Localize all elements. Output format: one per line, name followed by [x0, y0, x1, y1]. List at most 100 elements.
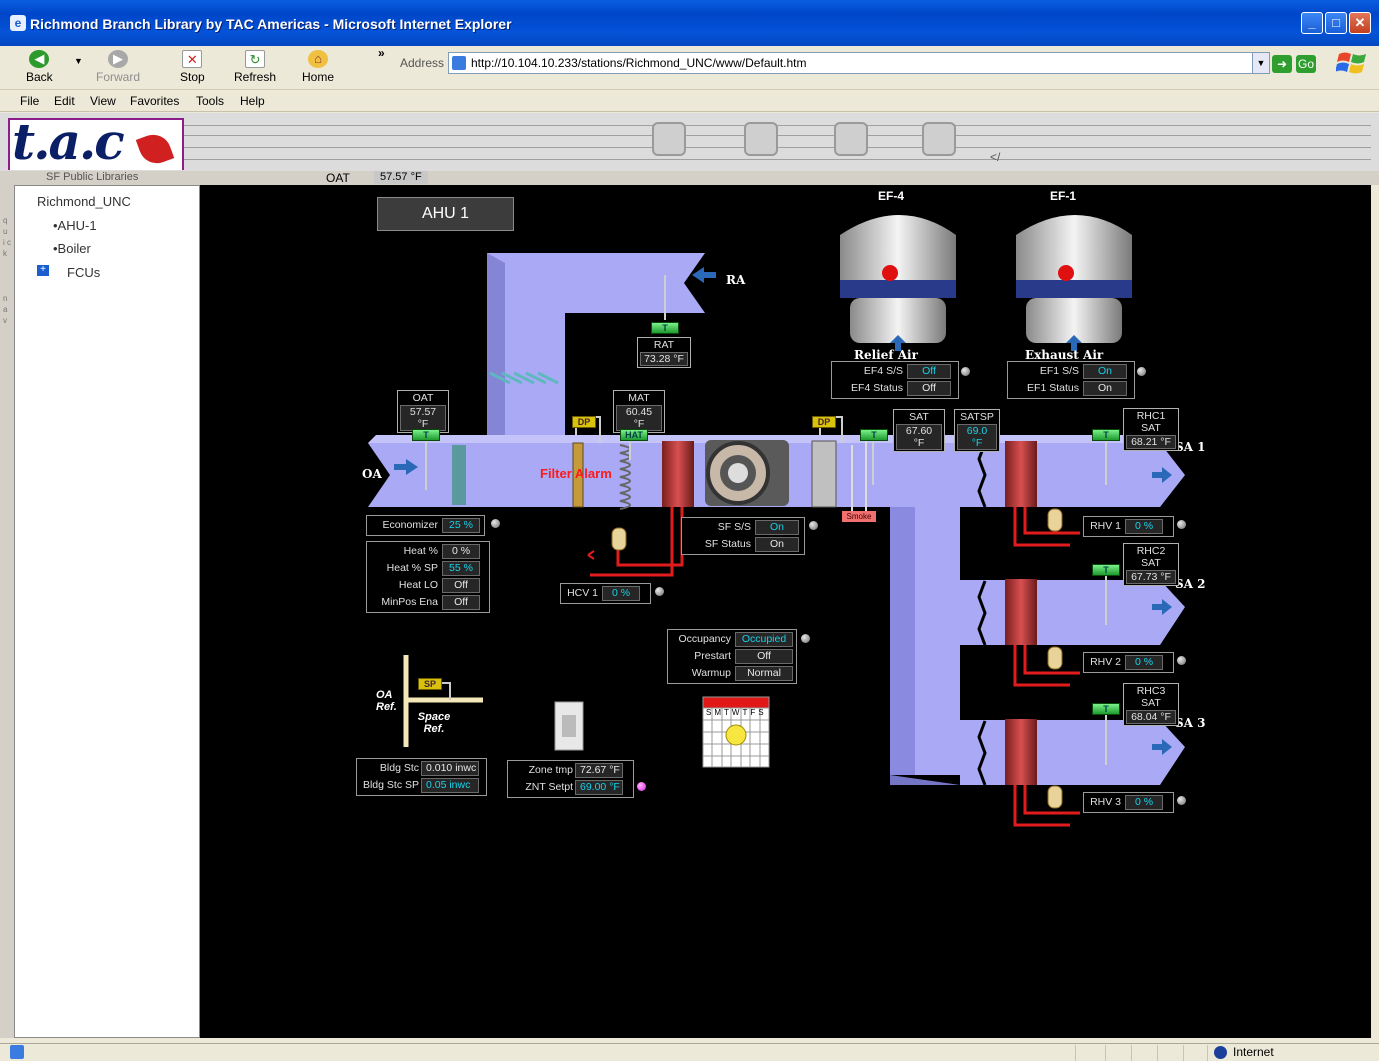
home-button[interactable]: ⌂ Home	[302, 50, 334, 84]
address-input[interactable]: http://10.104.10.233/stations/Richmond_U…	[448, 52, 1268, 74]
status-cell	[1131, 1045, 1157, 1061]
tree-item-ahu1[interactable]: •AHU-1	[53, 218, 97, 233]
zone-setpoint-dot[interactable]	[637, 782, 646, 791]
rhc3-value: 68.04 °F	[1126, 710, 1176, 724]
address-url: http://10.104.10.233/stations/Richmond_U…	[471, 56, 807, 70]
menu-file[interactable]: File	[20, 94, 39, 108]
sat-label: SAT	[909, 411, 929, 423]
warmup-label: Warmup	[691, 667, 731, 679]
heat-lo-value: Off	[442, 578, 480, 593]
forward-button[interactable]: ▶ Forward	[96, 50, 140, 84]
economizer-dot[interactable]	[491, 519, 500, 528]
menu-view[interactable]: View	[90, 94, 116, 108]
hcv1-dot[interactable]	[655, 587, 664, 596]
sat-value: 67.60 °F	[896, 424, 942, 450]
stop-label: Stop	[180, 70, 205, 84]
oat-sensor-badge: T	[412, 429, 440, 441]
ef1-panel: EF1 S/S On EF1 Status On	[1007, 361, 1135, 399]
quick-nav-strip[interactable]: q u i c k n a v	[0, 185, 14, 1038]
ef4-command-dot[interactable]	[961, 367, 970, 376]
rhc2-value: 67.73 °F	[1126, 570, 1176, 584]
heat-sp-label: Heat % SP	[386, 562, 438, 574]
ef4-ss-label: EF4 S/S	[863, 365, 903, 377]
satsp-value[interactable]: 69.0 °F	[957, 424, 997, 450]
stop-icon: ✕	[182, 50, 203, 68]
rhv3-dot[interactable]	[1177, 796, 1186, 805]
rhc1-value: 68.21 °F	[1126, 435, 1176, 449]
filter-alarm-text: Filter Alarm	[540, 466, 612, 481]
sat-tag: SAT 67.60 °F	[893, 409, 945, 452]
znt-setpt-value[interactable]: 69.00 °F	[575, 780, 623, 795]
oat-tag-value: 57.57 °F	[400, 405, 446, 431]
final-filter	[811, 440, 837, 508]
sf-status-value: On	[755, 537, 799, 552]
breadcrumb[interactable]: SF Public Libraries	[46, 171, 138, 183]
ef1-ss-label: EF1 S/S	[1039, 365, 1079, 377]
bldg-static-panel: Bldg Stc 0.010 inwc Bldg Stc SP 0.05 inwc	[356, 758, 487, 796]
heating-coil	[662, 441, 694, 507]
rhv3-value[interactable]: 0 %	[1125, 795, 1163, 810]
calendar-icon[interactable]	[922, 122, 956, 156]
sf-ss-value[interactable]: On	[755, 520, 799, 535]
occupancy-value[interactable]: Occupied	[735, 632, 793, 647]
rhv1-dot[interactable]	[1177, 520, 1186, 529]
ef4-status-value: Off	[907, 381, 951, 396]
hcv1-value[interactable]: 0 %	[602, 586, 640, 601]
tree-item-boiler[interactable]: •Boiler	[53, 241, 91, 256]
stop-button[interactable]: ✕ Stop	[180, 50, 205, 84]
expand-plus-icon[interactable]: +	[37, 265, 49, 276]
menu-tools[interactable]: Tools	[196, 94, 224, 108]
refresh-icon: ↻	[245, 50, 266, 68]
heat-sp-value[interactable]: 55 %	[442, 561, 480, 576]
hcv1-label: HCV 1	[567, 587, 598, 599]
tac-header-bar	[0, 113, 1379, 171]
back-arrow-icon: ◀	[29, 50, 50, 68]
ef4-fan	[840, 215, 956, 351]
window-titlebar: e Richmond Branch Library by TAC America…	[0, 0, 1379, 46]
menu-favorites[interactable]: Favorites	[130, 94, 179, 108]
go-button[interactable]: ➜ Go	[1272, 52, 1320, 74]
ef1-ss-value[interactable]: On	[1083, 364, 1127, 379]
sf-command-dot[interactable]	[809, 521, 818, 530]
occupancy-dot[interactable]	[801, 634, 810, 643]
oa-ref-label: OA Ref.	[376, 689, 397, 713]
tree-root-richmond[interactable]: Richmond_UNC	[37, 194, 131, 209]
oat-tag-label: OAT	[412, 392, 434, 404]
checklist-icon[interactable]	[744, 122, 778, 156]
clock-icon[interactable]	[834, 122, 868, 156]
ef1-command-dot[interactable]	[1137, 367, 1146, 376]
tac-logo: t.a.c	[8, 118, 184, 170]
close-button[interactable]: ✕	[1349, 12, 1371, 34]
alarm-bell-icon[interactable]	[652, 122, 686, 156]
back-button[interactable]: ◀ Back	[26, 50, 53, 84]
address-dropdown[interactable]: ▼	[1252, 52, 1270, 74]
oa-label: OA	[362, 467, 382, 481]
bldg-stc-sp-value[interactable]: 0.05 inwc	[421, 778, 479, 793]
tree-item-fcus[interactable]: FCUs	[67, 265, 100, 280]
rhv2-dot[interactable]	[1177, 656, 1186, 665]
ra-label: RA	[726, 273, 746, 287]
bldg-stc-label: Bldg Stc	[379, 762, 419, 774]
rhv1-value[interactable]: 0 %	[1125, 519, 1163, 534]
quick-nav-text: q u i c k	[3, 216, 11, 258]
minimize-button[interactable]: _	[1301, 12, 1323, 34]
menu-help[interactable]: Help	[240, 94, 265, 108]
security-zone: Internet	[1207, 1045, 1367, 1061]
sa1-label: SA 1	[1175, 440, 1206, 454]
ef4-ss-value[interactable]: Off	[907, 364, 951, 379]
rhv2-value[interactable]: 0 %	[1125, 655, 1163, 670]
refresh-button[interactable]: ↻ Refresh	[234, 50, 276, 84]
back-dropdown[interactable]: ▼	[74, 56, 83, 66]
maximize-button[interactable]: □	[1325, 12, 1347, 34]
ie-app-icon: e	[10, 15, 26, 31]
minpos-label: MinPos Ena	[381, 596, 438, 608]
occupancy-panel: Occupancy Occupied Prestart Off Warmup Norm…	[667, 629, 797, 684]
smoke-detector: Smoke	[842, 511, 876, 522]
rhc2-coil	[1005, 579, 1037, 645]
menu-edit[interactable]: Edit	[54, 94, 75, 108]
toolbar-overflow-chevron[interactable]: »	[378, 46, 385, 60]
economizer-value[interactable]: 25 %	[442, 518, 480, 533]
znt-setpt-label: ZNT Setpt	[525, 781, 573, 793]
ef1-status-label: EF1 Status	[1027, 382, 1079, 394]
minpos-value: Off	[442, 595, 480, 610]
